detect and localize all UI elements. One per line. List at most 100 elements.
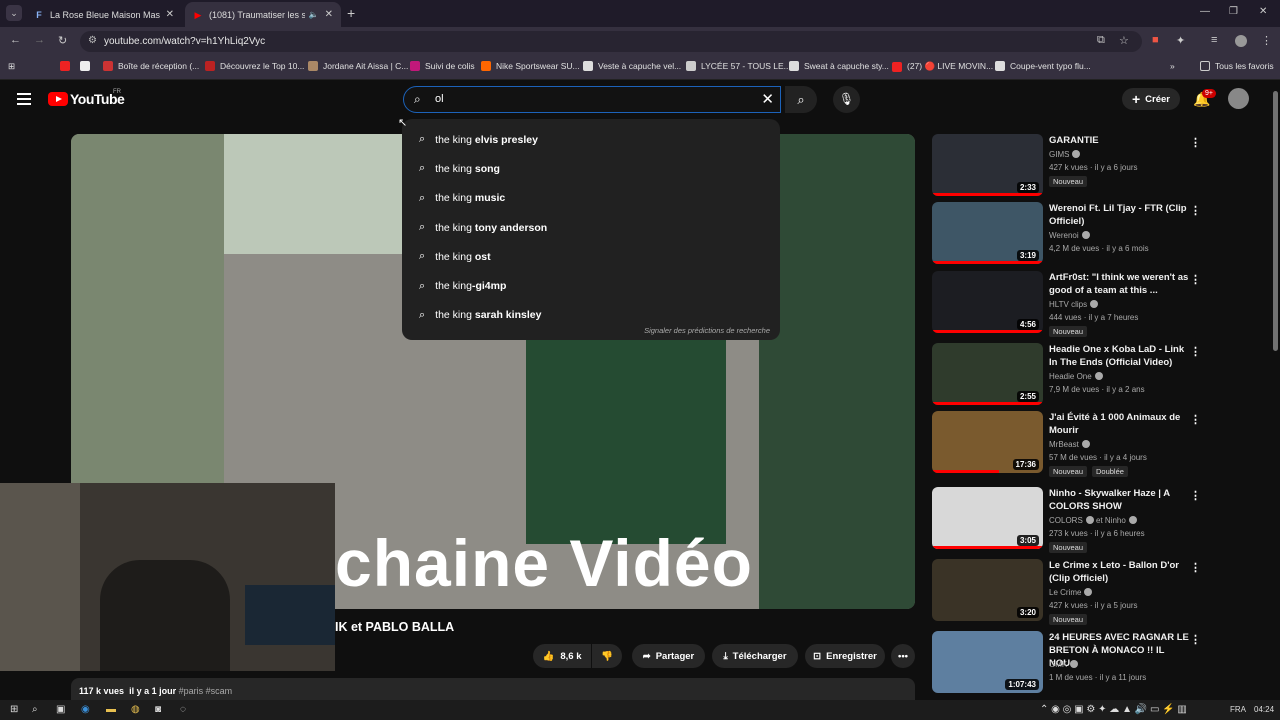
minimize-icon[interactable]: —: [1200, 6, 1210, 17]
bookmark-gmail[interactable]: Boîte de réception (...: [103, 61, 199, 71]
menu-hamburger-icon[interactable]: [17, 93, 31, 105]
channel-name[interactable]: Headie One: [1049, 370, 1103, 383]
video-thumbnail[interactable]: 3:20: [932, 559, 1043, 621]
menu-kebab-icon[interactable]: ⋮: [1261, 34, 1272, 47]
bookmark-suivi[interactable]: Suivi de colis: [410, 61, 475, 71]
close-tab-icon[interactable]: ✕: [166, 9, 174, 20]
media-control-icon[interactable]: ≡: [1211, 34, 1217, 46]
suggestion-item[interactable]: ⌕ the king song: [402, 154, 780, 183]
related-video-title[interactable]: ArtFr0st: "I think we weren't as good of…: [1049, 271, 1189, 297]
page-scrollbar[interactable]: [1271, 81, 1280, 700]
account-avatar[interactable]: [1228, 88, 1249, 109]
channel-name[interactable]: MrBeast: [1049, 438, 1090, 451]
bookmark-sweat[interactable]: Sweat à capuche sty...: [789, 61, 889, 71]
related-video-item[interactable]: 1:07:43 24 HEURES AVEC RAGNAR LE BRETON À…: [932, 631, 1232, 695]
taskbar-search-icon[interactable]: ⌕: [32, 704, 38, 715]
bookmark-coupe-vent[interactable]: Coupe-vent typo flu...: [995, 61, 1091, 71]
bookmark-nike[interactable]: Nike Sportswear SU...: [481, 61, 580, 71]
save-button[interactable]: ⊡ Enregistrer: [805, 644, 885, 668]
video-thumbnail[interactable]: 4:56: [932, 271, 1043, 333]
bookmark-lycee[interactable]: LYCÉE 57 - TOUS LE...: [686, 61, 791, 71]
suggestion-item[interactable]: ⌕ the king ost: [402, 242, 780, 271]
more-actions-button[interactable]: •••: [891, 644, 915, 668]
more-options-icon[interactable]: ⋮: [1190, 561, 1201, 574]
restore-icon[interactable]: ❐: [1229, 6, 1238, 17]
file-explorer-icon[interactable]: ▬: [106, 704, 116, 715]
youtube-logo-icon[interactable]: [48, 92, 68, 106]
like-button[interactable]: 👍 8,6 k: [533, 644, 591, 668]
channel-name[interactable]: Le Crime: [1049, 586, 1093, 599]
suggestion-item[interactable]: ⌕ the king tony anderson: [402, 213, 780, 242]
suggestion-item[interactable]: ⌕ the king -gi4mp: [402, 271, 780, 300]
report-predictions-link[interactable]: Signaler des prédictions de recherche: [644, 326, 770, 335]
share-button[interactable]: ➦ Partager: [632, 644, 705, 668]
channel-name[interactable]: Werenoi: [1049, 229, 1090, 242]
create-button[interactable]: + Créer: [1122, 88, 1180, 110]
tab-search-icon[interactable]: ⌄: [6, 5, 22, 21]
task-view-icon[interactable]: ▣: [56, 704, 65, 715]
all-bookmarks[interactable]: Tous les favoris: [1200, 61, 1274, 71]
close-tab-icon[interactable]: ✕: [325, 9, 333, 20]
related-video-title[interactable]: Headie One x Koba LaD - Link In The Ends…: [1049, 343, 1189, 369]
more-options-icon[interactable]: ⋮: [1190, 273, 1201, 286]
new-tab-icon[interactable]: +: [347, 5, 355, 21]
video-thumbnail[interactable]: 3:19: [932, 202, 1043, 264]
download-button[interactable]: ⤓ Télécharger: [712, 644, 798, 668]
related-video-title[interactable]: GARANTIE: [1049, 134, 1189, 147]
video-thumbnail[interactable]: 1:07:43: [932, 631, 1043, 693]
video-thumbnail[interactable]: 3:05: [932, 487, 1043, 549]
windows-start-icon[interactable]: ⊞: [10, 704, 18, 715]
related-video-item[interactable]: 17:36 J'ai Évité à 1 000 Animaux de Mouri…: [932, 411, 1232, 477]
dislike-button[interactable]: 👎: [592, 644, 622, 668]
video-thumbnail[interactable]: 2:55: [932, 343, 1043, 405]
voice-search-icon[interactable]: 🎙: [833, 86, 860, 113]
more-options-icon[interactable]: ⋮: [1190, 204, 1201, 217]
apps-grid-icon[interactable]: ⊞: [8, 61, 15, 72]
bookmark-youtube-icon[interactable]: [60, 61, 75, 71]
scrollbar-thumb[interactable]: [1273, 91, 1278, 351]
site-info-icon[interactable]: ⚙: [88, 35, 97, 46]
obs-icon[interactable]: ◙: [155, 704, 161, 715]
edge-icon[interactable]: ◉: [81, 704, 90, 715]
app-icon[interactable]: ◌: [180, 704, 186, 715]
bookmark-star-icon[interactable]: ☆: [1119, 34, 1129, 47]
channel-name[interactable]: COLORS et Ninho: [1049, 514, 1137, 527]
related-video-title[interactable]: Ninho - Skywalker Haze | A COLORS SHOW: [1049, 487, 1189, 513]
more-options-icon[interactable]: ⋮: [1190, 136, 1201, 149]
speaker-icon[interactable]: 🔈: [309, 10, 319, 19]
related-video-item[interactable]: 2:55 Headie One x Koba LaD - Link In The …: [932, 343, 1232, 407]
bookmark-veste[interactable]: Veste à capuche vel...: [583, 61, 681, 71]
bookmark-google-icon[interactable]: [80, 61, 95, 71]
bookmarks-overflow-icon[interactable]: »: [1170, 61, 1175, 71]
tab-1[interactable]: F La Rose Bleue Maison Massimo ✕: [26, 2, 182, 27]
more-options-icon[interactable]: ⋮: [1190, 633, 1201, 646]
hashtags[interactable]: #paris #scam: [179, 686, 233, 696]
related-video-title[interactable]: J'ai Évité à 1 000 Animaux de Mourir: [1049, 411, 1189, 437]
channel-name[interactable]: HLTV clips: [1049, 298, 1099, 311]
related-video-item[interactable]: 4:56 ArtFr0st: "I think we weren't as goo…: [932, 271, 1232, 337]
reload-icon[interactable]: ↻: [58, 34, 67, 47]
close-window-icon[interactable]: ✕: [1259, 6, 1267, 17]
channel-name[interactable]: GIMS: [1049, 148, 1081, 161]
search-button[interactable]: ⌕: [785, 86, 817, 113]
related-video-title[interactable]: Le Crime x Leto - Ballon D'or (Clip Offi…: [1049, 559, 1189, 585]
related-video-title[interactable]: Werenoi Ft. Lil Tjay - FTR (Clip Officie…: [1049, 202, 1189, 228]
extension-icon[interactable]: ■: [1152, 34, 1159, 46]
address-bar[interactable]: ⚙ youtube.com/watch?v=h1YhLiq2Vyc: [80, 31, 1142, 52]
video-thumbnail[interactable]: 2:33: [932, 134, 1043, 196]
related-video-item[interactable]: 3:20 Le Crime x Leto - Ballon D'or (Clip …: [932, 559, 1232, 625]
extensions-puzzle-icon[interactable]: ✦: [1176, 34, 1185, 47]
install-app-icon[interactable]: ⧉: [1097, 34, 1105, 47]
more-options-icon[interactable]: ⋮: [1190, 489, 1201, 502]
bookmark-jordane[interactable]: Jordane Ait Aissa | C...: [308, 61, 408, 71]
related-video-item[interactable]: 3:19 Werenoi Ft. Lil Tjay - FTR (Clip Off…: [932, 202, 1232, 266]
clock[interactable]: 04:24: [1254, 705, 1274, 714]
profile-avatar[interactable]: [1235, 35, 1247, 47]
bookmark-live[interactable]: (27) 🔴 LIVE MOVIN...: [892, 61, 993, 72]
forward-icon[interactable]: →: [34, 34, 45, 46]
more-options-icon[interactable]: ⋮: [1190, 413, 1201, 426]
tab-2-active[interactable]: ▶ (1081) Traumatiser les scam 🔈 ✕: [185, 2, 341, 27]
related-video-item[interactable]: 3:05 Ninho - Skywalker Haze | A COLORS SH…: [932, 487, 1232, 553]
back-icon[interactable]: ←: [10, 34, 21, 46]
tray-icons[interactable]: ⌃ ◉ ◎ ▣ ⚙ ✦ ☁ ▲ 🔊 ▭ ⚡ ▥: [1040, 704, 1187, 715]
